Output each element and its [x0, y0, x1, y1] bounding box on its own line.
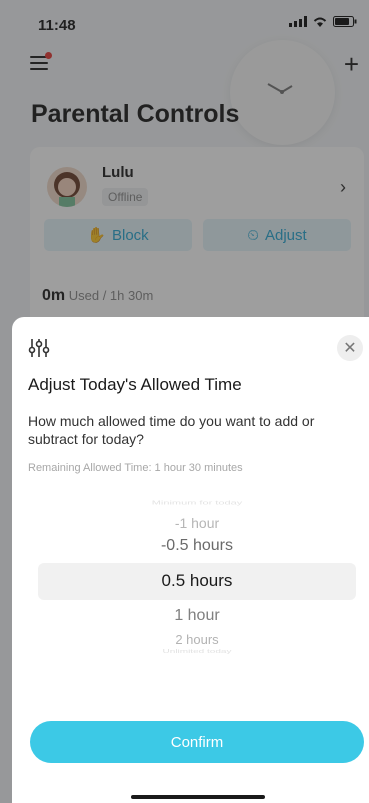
adjust-time-sheet: ✕ Adjust Today's Allowed Time How much a… — [12, 317, 369, 803]
confirm-button[interactable]: Confirm — [30, 721, 364, 763]
picker-option[interactable]: Unlimited today — [38, 649, 356, 655]
picker-option-selected[interactable]: 0.5 hours — [38, 571, 356, 591]
picker-option[interactable]: -1 hour — [38, 515, 356, 531]
picker-option[interactable]: 2 hours — [38, 632, 356, 647]
sliders-icon — [28, 339, 50, 357]
picker-option[interactable]: 1 hour — [38, 607, 356, 625]
picker-option[interactable]: -0.5 hours — [38, 537, 356, 555]
home-indicator[interactable] — [131, 795, 265, 799]
time-picker-wheel[interactable]: Minimum for today -1 hour -0.5 hours 0.5… — [38, 497, 356, 662]
sheet-question: How much allowed time do you want to add… — [28, 413, 315, 447]
sheet-title: Adjust Today's Allowed Time — [28, 375, 242, 394]
picker-option[interactable]: Minimum for today — [38, 500, 356, 506]
remaining-allowed-time: Remaining Allowed Time: 1 hour 30 minute… — [28, 462, 243, 474]
close-icon[interactable]: ✕ — [337, 335, 363, 361]
